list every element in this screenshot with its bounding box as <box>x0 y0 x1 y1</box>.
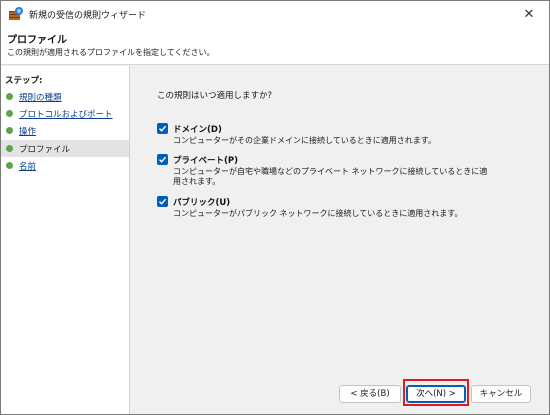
page-subtitle: この規則が適用されるプロファイルを指定してください。 <box>7 48 215 57</box>
sidebar-item-label: プロファイル <box>19 144 71 155</box>
sidebar-item-label: プロトコルおよびポート <box>19 109 113 120</box>
domain-checkbox[interactable] <box>157 123 168 134</box>
private-description: コンピューターが自宅や職場などのプライベート ネットワークに接続しているときに適… <box>173 167 488 186</box>
private-checkbox[interactable] <box>157 154 168 165</box>
sidebar-item-name[interactable]: 名前 <box>1 157 129 174</box>
close-icon: ✕ <box>523 6 535 22</box>
sidebar-item-rule-type[interactable]: 規則の種類 <box>1 88 129 105</box>
steps-label: ステップ: <box>5 76 43 86</box>
checkmark-icon <box>159 125 167 132</box>
sidebar-item-label: 名前 <box>19 161 37 172</box>
public-checkbox[interactable] <box>157 196 168 207</box>
window-title: 新規の受信の規則ウィザード <box>29 11 147 21</box>
step-dot-icon <box>6 127 13 134</box>
step-dot-icon <box>6 162 13 169</box>
close-button[interactable]: ✕ <box>509 1 549 27</box>
checkmark-icon <box>159 156 167 163</box>
public-label[interactable]: パブリック(U) <box>173 196 230 208</box>
title-bar: 新規の受信の規則ウィザード ✕ <box>1 1 549 27</box>
steps-sidebar: ステップ: 規則の種類 プロトコルおよびポート 操作 プロファイル 名前 <box>1 66 130 414</box>
sidebar-item-protocol-ports[interactable]: プロトコルおよびポート <box>1 105 129 122</box>
main-panel: この規則はいつ適用しますか? ドメイン(D) コンピューターがその企業ドメインに… <box>131 66 549 414</box>
sidebar-item-action[interactable]: 操作 <box>1 122 129 139</box>
wizard-window: 新規の受信の規則ウィザード ✕ プロファイル この規則が適用されるプロファイルを… <box>0 0 550 415</box>
step-dot-icon <box>6 93 13 100</box>
cancel-button[interactable]: キャンセル <box>471 385 531 403</box>
checkmark-icon <box>159 198 167 205</box>
private-label[interactable]: プライベート(P) <box>173 154 238 166</box>
wizard-header: プロファイル この規則が適用されるプロファイルを指定してください。 <box>1 27 549 65</box>
question-text: この規則はいつ適用しますか? <box>157 91 273 101</box>
page-title: プロファイル <box>7 35 67 46</box>
firewall-app-icon <box>8 6 24 22</box>
sidebar-item-profile[interactable]: プロファイル <box>1 140 129 157</box>
public-description: コンピューターがパブリック ネットワークに接続しているときに適用されます。 <box>173 209 463 218</box>
domain-description: コンピューターがその企業ドメインに接続しているときに適用されます。 <box>173 136 436 145</box>
next-button[interactable]: 次へ(N) > <box>406 385 466 403</box>
domain-label[interactable]: ドメイン(D) <box>173 123 222 135</box>
back-button[interactable]: < 戻る(B) <box>339 385 401 403</box>
step-dot-icon <box>6 110 13 117</box>
step-dot-icon <box>6 145 13 152</box>
sidebar-item-label: 規則の種類 <box>19 92 62 103</box>
sidebar-item-label: 操作 <box>19 126 37 137</box>
